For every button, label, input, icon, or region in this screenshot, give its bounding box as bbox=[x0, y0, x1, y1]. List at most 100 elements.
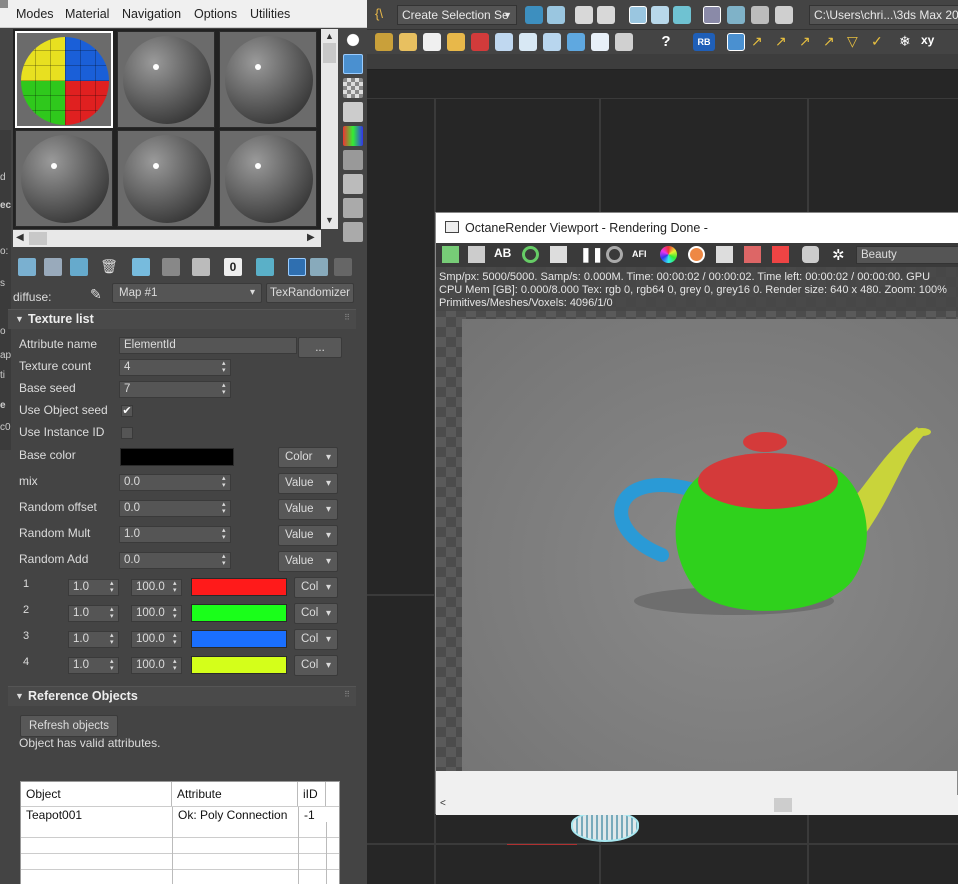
param-spinner[interactable]: 0.0 bbox=[119, 500, 231, 517]
entry-weight-spinner[interactable]: 1.0 bbox=[68, 579, 119, 596]
assign-material-icon[interactable] bbox=[70, 258, 88, 276]
cup-tool-icon[interactable] bbox=[423, 33, 441, 51]
scroll-down-icon[interactable]: ▼ bbox=[325, 215, 334, 225]
teapot-wireframe[interactable] bbox=[571, 812, 639, 842]
entry-color-swatch[interactable] bbox=[191, 630, 287, 648]
octane-render-area[interactable]: Smp/px: 5000/5000. Samp/s: 0.000M. Time:… bbox=[436, 267, 958, 771]
restart-render-icon[interactable] bbox=[522, 246, 539, 263]
xy-toggle[interactable]: xy bbox=[921, 33, 939, 51]
material-slot[interactable] bbox=[117, 31, 215, 128]
snap-normal-icon[interactable]: ✓ bbox=[871, 33, 889, 51]
snap-face-icon[interactable]: ▽ bbox=[847, 33, 865, 51]
param-mode-dropdown[interactable]: Value bbox=[278, 551, 338, 572]
red-tool-icon[interactable] bbox=[471, 33, 489, 51]
entry-color-swatch[interactable] bbox=[191, 656, 287, 674]
camera-tool-icon[interactable] bbox=[495, 33, 513, 51]
column-header-attribute[interactable]: Attribute bbox=[172, 782, 298, 806]
base-color-mode-dropdown[interactable]: Color bbox=[278, 447, 338, 468]
entry-mode-dropdown[interactable]: Col bbox=[294, 603, 338, 624]
lock-icon[interactable] bbox=[550, 246, 567, 263]
entry-weight-spinner[interactable]: 1.0 bbox=[68, 657, 119, 674]
material-slot[interactable] bbox=[117, 130, 215, 227]
put-to-scene-icon[interactable] bbox=[44, 258, 62, 276]
slots-horizontal-scrollbar[interactable]: ◀ ▶ bbox=[13, 230, 321, 247]
menu-utilities[interactable]: Utilities bbox=[250, 7, 290, 21]
region-render-icon[interactable] bbox=[716, 246, 733, 263]
octane-horizontal-scrollbar[interactable]: < bbox=[436, 795, 958, 815]
entry-mode-dropdown[interactable]: Col bbox=[294, 577, 338, 598]
column-header-object[interactable]: Object bbox=[21, 782, 172, 806]
menu-material[interactable]: Material bbox=[65, 7, 109, 21]
curve-editor-icon[interactable] bbox=[651, 6, 669, 24]
scroll-thumb[interactable] bbox=[29, 232, 47, 245]
param-spinner[interactable]: 0.0 bbox=[119, 474, 231, 491]
texture-list-rollout-header[interactable]: ▼ Texture list ⠿ bbox=[8, 309, 356, 329]
reset-map-icon[interactable]: 🗑 bbox=[100, 258, 118, 276]
scroll-thumb[interactable] bbox=[774, 798, 792, 812]
snap-end-icon[interactable]: ↗ bbox=[775, 33, 793, 51]
snap-mid-icon[interactable]: ↗ bbox=[799, 33, 817, 51]
base-color-swatch[interactable] bbox=[120, 448, 234, 466]
make-preview-icon[interactable] bbox=[343, 150, 363, 170]
entry-mode-dropdown[interactable]: Col bbox=[294, 655, 338, 676]
use-object-seed-checkbox[interactable]: ✔ bbox=[121, 405, 133, 417]
param-mode-dropdown[interactable]: Value bbox=[278, 525, 338, 546]
scroll-up-icon[interactable]: ▲ bbox=[325, 31, 334, 41]
menu-navigation[interactable]: Navigation bbox=[122, 7, 181, 21]
base-seed-spinner[interactable]: 7 bbox=[119, 381, 231, 398]
get-material-icon[interactable] bbox=[18, 258, 36, 276]
align-icon[interactable] bbox=[547, 6, 565, 24]
show-end-result-icon[interactable] bbox=[288, 258, 306, 276]
entry-color-swatch[interactable] bbox=[191, 604, 287, 622]
render-setup-icon[interactable] bbox=[727, 6, 745, 24]
sample-uv-icon[interactable] bbox=[343, 102, 363, 122]
go-to-parent-icon[interactable] bbox=[310, 258, 328, 276]
reference-objects-rollout-header[interactable]: ▼ Reference Objects ⠿ bbox=[8, 686, 356, 706]
render-pass-dropdown[interactable]: Beauty bbox=[856, 246, 958, 264]
snowflake-icon[interactable]: ❄ bbox=[899, 33, 917, 51]
entry-percent-spinner[interactable]: 100.0 bbox=[131, 579, 182, 596]
material-id-icon[interactable] bbox=[192, 258, 210, 276]
menu-options[interactable]: Options bbox=[194, 7, 237, 21]
attribute-browse-button[interactable]: ... bbox=[298, 337, 342, 358]
grid-snap-icon[interactable] bbox=[727, 33, 745, 51]
snap-edge-icon[interactable]: ↗ bbox=[823, 33, 841, 51]
put-to-library-icon[interactable] bbox=[162, 258, 180, 276]
param-spinner[interactable]: 0.0 bbox=[119, 552, 231, 569]
scene-explorer-icon[interactable] bbox=[575, 6, 593, 24]
material-navigator-icon[interactable] bbox=[343, 222, 363, 242]
scroll-thumb[interactable] bbox=[323, 43, 336, 63]
water-tool-icon[interactable] bbox=[567, 33, 585, 51]
video-color-icon[interactable] bbox=[343, 126, 363, 146]
save-image-icon[interactable] bbox=[442, 246, 459, 263]
background-icon[interactable] bbox=[343, 78, 363, 98]
ab-compare-button[interactable]: AB bbox=[494, 246, 511, 263]
channel-zero-icon[interactable]: 0 bbox=[224, 258, 242, 276]
slots-vertical-scrollbar[interactable]: ▲ ▼ bbox=[321, 29, 338, 229]
brace-icon[interactable]: {\ bbox=[375, 6, 393, 24]
help-icon[interactable]: ? bbox=[657, 33, 675, 51]
menu-modes[interactable]: Modes bbox=[16, 7, 54, 21]
column-header-iid[interactable]: iID bbox=[298, 782, 326, 806]
show-shaded-icon[interactable] bbox=[256, 258, 274, 276]
backlight-icon[interactable] bbox=[343, 54, 363, 74]
eyedropper-icon[interactable]: ✎ bbox=[90, 286, 102, 303]
attribute-name-field[interactable]: ElementId bbox=[119, 337, 297, 354]
scroll-right-icon[interactable]: ▶ bbox=[307, 232, 315, 243]
entry-color-swatch[interactable] bbox=[191, 578, 287, 596]
render-tool-icon[interactable] bbox=[519, 33, 537, 51]
make-unique-icon[interactable] bbox=[132, 258, 150, 276]
select-by-material-icon[interactable] bbox=[343, 198, 363, 218]
material-slot[interactable] bbox=[15, 130, 113, 227]
environment-tool-icon[interactable] bbox=[543, 33, 561, 51]
clipboard-icon[interactable] bbox=[468, 246, 485, 263]
ribbon-icon[interactable] bbox=[629, 6, 647, 24]
options-icon[interactable] bbox=[343, 174, 363, 194]
layer-explorer-icon[interactable] bbox=[597, 6, 615, 24]
entry-percent-spinner[interactable]: 100.0 bbox=[131, 605, 182, 622]
snap-vertex-icon[interactable]: ↗ bbox=[751, 33, 769, 51]
render-icon[interactable] bbox=[775, 6, 793, 24]
entry-mode-dropdown[interactable]: Col bbox=[294, 629, 338, 650]
light-tool-icon[interactable] bbox=[447, 33, 465, 51]
map-type-button[interactable]: TexRandomizer bbox=[266, 283, 354, 303]
